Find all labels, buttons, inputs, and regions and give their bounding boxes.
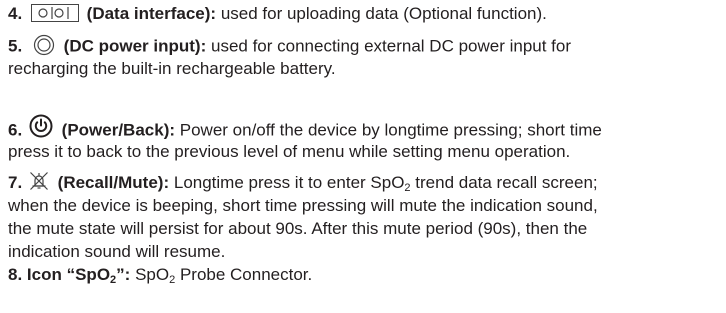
- item-6-title: (Power/Back):: [61, 120, 176, 140]
- power-icon: [29, 114, 53, 138]
- item-5-line-2: recharging the built-in rechargeable bat…: [8, 59, 336, 79]
- item-4-line-1: 4. (Data interface): used for uploading …: [8, 3, 547, 24]
- item-7-text-1a: Longtime press it to enter SpO: [173, 173, 405, 192]
- item-7-text-3: the mute state will persist for about 90…: [8, 219, 588, 238]
- item-7-line-4: indication sound will resume.: [8, 242, 225, 262]
- item-5-title: (DC power input):: [63, 36, 207, 56]
- item-5-line-1: 5. (DC power input): used for connecting…: [8, 34, 572, 58]
- item-7-title: (Recall/Mute):: [57, 173, 170, 192]
- item-7-text-1b: trend data recall screen;: [410, 173, 598, 192]
- item-7-text-4: indication sound will resume.: [8, 242, 226, 261]
- item-5-text-2: recharging the built-in rechargeable bat…: [8, 59, 336, 78]
- item-7-number: 7.: [8, 173, 23, 192]
- item-6-line-1: 6. (Power/Back): Power on/off the device…: [8, 114, 602, 143]
- item-4-number: 4.: [8, 4, 23, 23]
- item-7-text-2: when the device is beeping, short time p…: [8, 196, 598, 215]
- mute-icon: [29, 171, 49, 191]
- item-4-title: (Data interface):: [86, 4, 217, 23]
- item-6-text-1: Power on/off the device by longtime pres…: [179, 120, 602, 140]
- item-8-title-b: ”:: [116, 265, 131, 284]
- item-6-number: 6.: [8, 120, 23, 140]
- item-6-text-2: press it to back to the previous level o…: [8, 142, 571, 161]
- dc-power-input-icon: [33, 34, 55, 56]
- item-8-title-a: Icon “SpO: [26, 265, 111, 284]
- item-7-line-2: when the device is beeping, short time p…: [8, 196, 598, 216]
- item-8-text-b: Probe Connector.: [175, 265, 313, 284]
- item-7-line-1: 7. (Recall/Mute): Longtime press it to e…: [8, 171, 598, 194]
- item-5-number: 5.: [8, 36, 23, 56]
- item-6-line-2: press it to back to the previous level o…: [8, 142, 570, 162]
- item-8-line-1: 8. Icon “SpO2”: SpO2 Probe Connector.: [8, 265, 313, 286]
- item-5-text-1: used for connecting external DC power in…: [210, 36, 572, 56]
- item-8-number: 8.: [8, 265, 23, 284]
- item-8-text-a: SpO: [130, 265, 170, 284]
- item-4-text: used for uploading data (Optional functi…: [220, 4, 547, 23]
- manual-page: 4. (Data interface): used for uploading …: [0, 0, 726, 313]
- item-7-line-3: the mute state will persist for about 90…: [8, 219, 587, 239]
- data-interface-icon: [30, 3, 79, 22]
